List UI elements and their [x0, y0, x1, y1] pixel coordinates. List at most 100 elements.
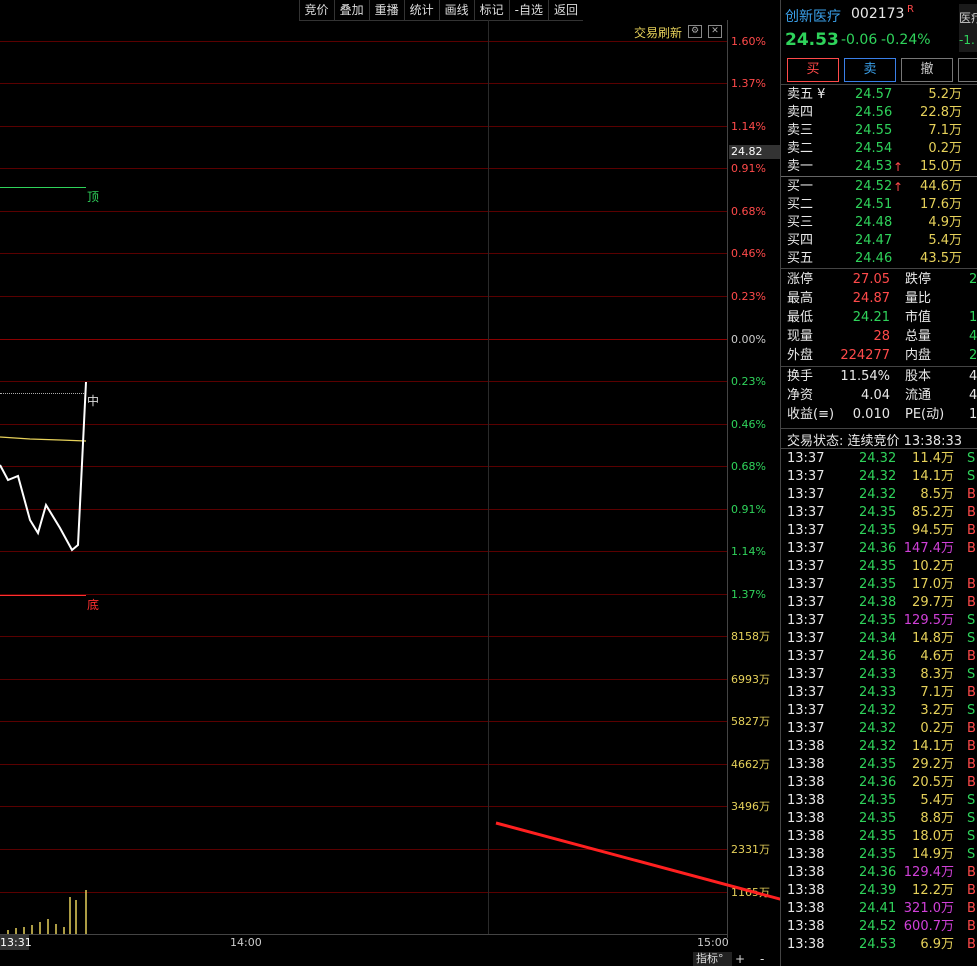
- sell-button[interactable]: 卖: [844, 58, 896, 82]
- stat-value: 4.: [969, 369, 977, 384]
- tick-side: B: [967, 775, 976, 790]
- tick-side: S: [967, 613, 976, 628]
- tick-side: S: [967, 703, 976, 718]
- stock-name[interactable]: 创新医疗: [785, 6, 841, 26]
- orderbook-row[interactable]: 卖五 ¥ 24.57 5.2万: [781, 86, 977, 104]
- tick-row: 13:37 24.32 14.1万 S: [781, 468, 977, 486]
- trade-status: 交易状态: 连续竞价 13:38:33: [787, 434, 963, 449]
- tick-volume: 600.7万: [903, 919, 954, 934]
- orderbook-row[interactable]: 卖二 24.54 0.2万: [781, 140, 977, 158]
- tick-time: 13:37: [787, 631, 825, 646]
- tick-time: 13:37: [787, 469, 825, 484]
- separator: [781, 366, 977, 367]
- tick-time: 13:37: [787, 523, 825, 538]
- stat-key: 涨停: [787, 272, 814, 287]
- orderbook-row[interactable]: 买一 24.52 ↑ 44.6万: [781, 178, 977, 196]
- stat-value: 24.87: [852, 291, 890, 306]
- tick-price: 24.41: [859, 901, 897, 916]
- orderbook-row[interactable]: 买三 24.48 4.9万: [781, 214, 977, 232]
- price-axis-label: 1.14%: [731, 120, 766, 133]
- tick-volume: 85.2万: [912, 505, 954, 520]
- tick-side: S: [967, 829, 976, 844]
- more-button[interactable]: [958, 58, 977, 82]
- stat-value: 17: [969, 407, 977, 422]
- tick-row: 13:38 24.35 29.2万 B: [781, 756, 977, 774]
- orderbook-row[interactable]: 卖三 24.55 7.1万: [781, 122, 977, 140]
- stat-key: 最高: [787, 291, 814, 306]
- tick-volume: 12.2万: [912, 883, 954, 898]
- orderbook-row[interactable]: 卖四 24.56 22.8万: [781, 104, 977, 122]
- price-axis-label: 1.60%: [731, 35, 766, 48]
- tick-volume: 8.5万: [920, 487, 954, 502]
- tick-volume: 29.7万: [912, 595, 954, 610]
- tick-side: S: [967, 847, 976, 862]
- current-price: 24.53: [785, 30, 839, 50]
- intraday-chart[interactable]: 竞价 叠加 重播 统计 画线 标记 -自选 返回 交易刷新 ⚙ ✕ 1.60% 1.37% 1.1…: [0, 0, 850, 966]
- orderbook-row[interactable]: 买四 24.47 5.4万: [781, 232, 977, 250]
- zoom-in-button[interactable]: +: [735, 952, 745, 966]
- stat-value: 28: [873, 329, 890, 344]
- tick-row: 13:37 24.32 3.2万 S: [781, 702, 977, 720]
- tick-row: 13:37 24.34 14.8万 S: [781, 630, 977, 648]
- tick-price: 24.36: [859, 775, 897, 790]
- tick-row: 13:37 24.35 129.5万 S: [781, 612, 977, 630]
- level-volume: 5.2万: [928, 87, 962, 102]
- zoom-out-button[interactable]: -: [760, 952, 764, 966]
- indicator-button[interactable]: 指标°: [693, 952, 732, 966]
- tick-row: 13:37 24.35 85.2万 B: [781, 504, 977, 522]
- tick-time: 13:37: [787, 487, 825, 502]
- tick-side: S: [967, 667, 976, 682]
- tick-row: 13:37 24.35 10.2万: [781, 558, 977, 576]
- tick-side: B: [967, 883, 976, 898]
- tick-volume: 18.0万: [912, 829, 954, 844]
- stat-value: 0.010: [852, 407, 890, 422]
- tick-volume: 8.8万: [920, 811, 954, 826]
- time-label-start: 13:31: [0, 935, 32, 950]
- tick-side: S: [967, 631, 976, 646]
- time-axis-line: [0, 934, 727, 935]
- stat-key: 现量: [787, 329, 814, 344]
- volume-bars: [7, 890, 87, 935]
- stat-value: 4.: [969, 388, 977, 403]
- tick-price: 24.35: [859, 847, 897, 862]
- tick-price: 24.32: [859, 721, 897, 736]
- tick-time: 13:37: [787, 703, 825, 718]
- stats-row: 最高 24.87 量比: [781, 290, 977, 308]
- tick-price: 24.35: [859, 559, 897, 574]
- tick-row: 13:37 24.36 4.6万 B: [781, 648, 977, 666]
- change-arrow-icon: ↑: [893, 160, 904, 174]
- tick-volume: 14.1万: [912, 739, 954, 754]
- orderbook-row[interactable]: 卖一 24.53 ↑ 15.0万: [781, 158, 977, 176]
- stat-key: 换手: [787, 369, 814, 384]
- tick-side: B: [967, 901, 976, 916]
- volume-axis-label: 5827万: [731, 715, 770, 728]
- stat-key: 内盘: [905, 348, 932, 363]
- stat-key: 总量: [905, 329, 932, 344]
- tick-price: 24.36: [859, 541, 897, 556]
- tick-volume: 6.9万: [920, 937, 954, 952]
- buy-button[interactable]: 买: [787, 58, 839, 82]
- level-label: 买三: [787, 215, 814, 230]
- price-axis-label: 0.46%: [731, 418, 766, 431]
- price-axis-label: 0.91%: [731, 503, 766, 516]
- tick-volume: 17.0万: [912, 577, 954, 592]
- level-price: 24.48: [855, 215, 893, 230]
- time-label-mid: 14:00: [230, 936, 262, 949]
- tick-price: 24.32: [859, 469, 897, 484]
- tick-side: B: [967, 577, 976, 592]
- cancel-order-button[interactable]: 撤: [901, 58, 953, 82]
- tick-price: 24.38: [859, 595, 897, 610]
- side-tab[interactable]: 医疗 -1.: [959, 4, 977, 52]
- stat-key: 股本: [905, 369, 932, 384]
- level-volume: 0.2万: [928, 141, 962, 156]
- orderbook-row[interactable]: 买二 24.51 17.6万: [781, 196, 977, 214]
- separator: [781, 176, 977, 177]
- tick-price: 24.32: [859, 487, 897, 502]
- stat-key: 最低: [787, 310, 814, 325]
- orderbook-row[interactable]: 买五 24.46 43.5万: [781, 250, 977, 268]
- tick-row: 13:37 24.35 94.5万 B: [781, 522, 977, 540]
- tick-price: 24.35: [859, 811, 897, 826]
- stat-value: 48: [969, 329, 977, 344]
- tick-row: 13:38 24.35 14.9万 S: [781, 846, 977, 864]
- level-volume: 43.5万: [920, 251, 962, 266]
